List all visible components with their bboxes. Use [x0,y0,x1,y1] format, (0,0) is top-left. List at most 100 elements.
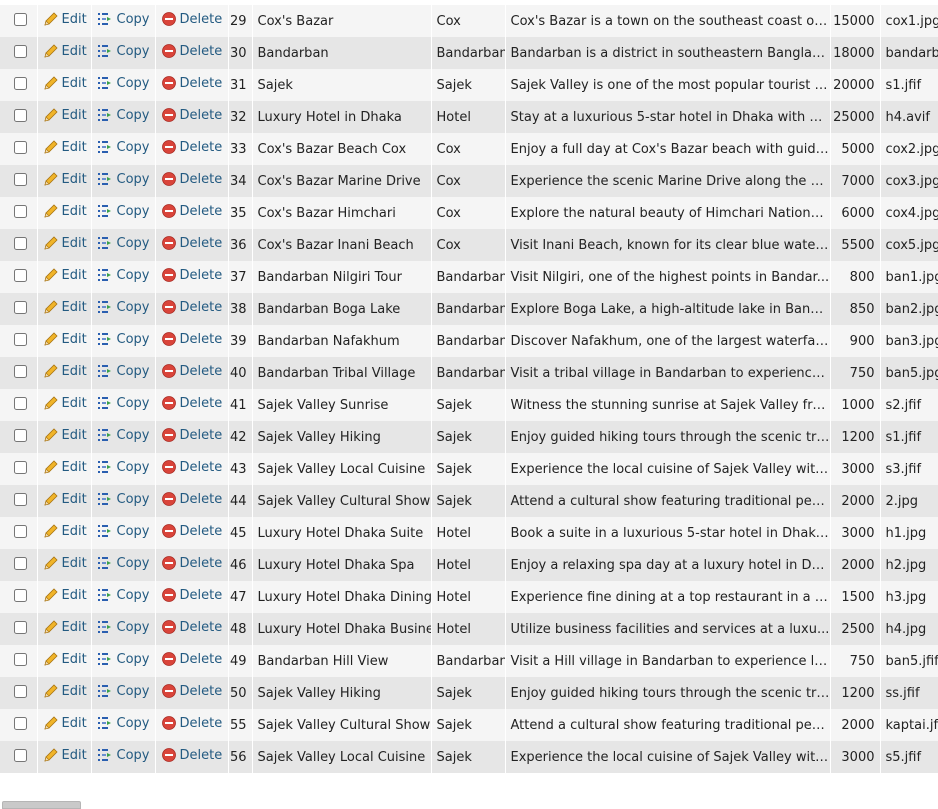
edit-link[interactable]: Edit [43,491,87,507]
copy-link[interactable]: Copy [97,203,149,219]
row-checkbox[interactable] [14,204,27,218]
delete-link[interactable]: Delete [161,619,222,635]
copy-link[interactable]: Copy [97,523,149,539]
delete-link[interactable]: Delete [161,299,222,315]
edit-link[interactable]: Edit [43,171,87,187]
row-checkbox[interactable] [14,172,27,186]
row-checkbox[interactable] [14,556,27,570]
row-checkbox[interactable] [14,428,27,442]
copy-link[interactable]: Copy [97,395,149,411]
delete-link[interactable]: Delete [161,331,222,347]
edit-link[interactable]: Edit [43,715,87,731]
row-checkbox[interactable] [14,716,27,730]
edit-link[interactable]: Edit [43,587,87,603]
row-checkbox[interactable] [14,108,27,122]
row-checkbox[interactable] [14,652,27,666]
delete-link[interactable]: Delete [161,491,222,507]
row-checkbox[interactable] [14,140,27,154]
copy-link[interactable]: Copy [97,651,149,667]
row-checkbox[interactable] [14,524,27,538]
edit-link[interactable]: Edit [43,427,87,443]
copy-link[interactable]: Copy [97,491,149,507]
row-checkbox[interactable] [14,12,27,26]
delete-link[interactable]: Delete [161,43,222,59]
delete-link[interactable]: Delete [161,747,222,763]
edit-link[interactable]: Edit [43,267,87,283]
row-checkbox[interactable] [14,684,27,698]
delete-link[interactable]: Delete [161,267,222,283]
copy-link[interactable]: Copy [97,363,149,379]
delete-link[interactable]: Delete [161,651,222,667]
delete-link[interactable]: Delete [161,459,222,475]
copy-link[interactable]: Copy [97,43,149,59]
row-checkbox[interactable] [14,300,27,314]
row-checkbox[interactable] [14,364,27,378]
delete-link[interactable]: Delete [161,715,222,731]
edit-link[interactable]: Edit [43,555,87,571]
edit-link[interactable]: Edit [43,107,87,123]
edit-link[interactable]: Edit [43,523,87,539]
delete-link[interactable]: Delete [161,235,222,251]
copy-link[interactable]: Copy [97,75,149,91]
edit-link[interactable]: Edit [43,43,87,59]
pencil-icon [43,364,58,378]
copy-link[interactable]: Copy [97,11,149,27]
copy-link[interactable]: Copy [97,427,149,443]
row-checkbox[interactable] [14,620,27,634]
delete-link[interactable]: Delete [161,555,222,571]
delete-link[interactable]: Delete [161,395,222,411]
row-checkbox[interactable] [14,396,27,410]
copy-link[interactable]: Copy [97,459,149,475]
delete-link[interactable]: Delete [161,363,222,379]
copy-link[interactable]: Copy [97,747,149,763]
description-cell: Witness the stunning sunrise at Sajek Va… [505,389,831,421]
edit-link[interactable]: Edit [43,363,87,379]
row-checkbox[interactable] [14,460,27,474]
delete-link[interactable]: Delete [161,107,222,123]
edit-link[interactable]: Edit [43,683,87,699]
delete-link[interactable]: Delete [161,523,222,539]
copy-link[interactable]: Copy [97,171,149,187]
row-checkbox[interactable] [14,332,27,346]
copy-link[interactable]: Copy [97,107,149,123]
row-checkbox[interactable] [14,588,27,602]
delete-link[interactable]: Delete [161,203,222,219]
copy-link[interactable]: Copy [97,139,149,155]
delete-link[interactable]: Delete [161,171,222,187]
edit-link[interactable]: Edit [43,299,87,315]
edit-link[interactable]: Edit [43,459,87,475]
row-checkbox[interactable] [14,44,27,58]
row-checkbox[interactable] [14,492,27,506]
row-checkbox[interactable] [14,748,27,762]
edit-link[interactable]: Edit [43,235,87,251]
delete-circle-icon [161,460,176,474]
copy-link[interactable]: Copy [97,619,149,635]
delete-link[interactable]: Delete [161,587,222,603]
copy-link[interactable]: Copy [97,267,149,283]
edit-link[interactable]: Edit [43,651,87,667]
horizontal-scrollbar[interactable] [2,801,81,809]
edit-link[interactable]: Edit [43,747,87,763]
delete-link[interactable]: Delete [161,139,222,155]
copy-link[interactable]: Copy [97,235,149,251]
edit-link[interactable]: Edit [43,139,87,155]
delete-link[interactable]: Delete [161,75,222,91]
delete-link[interactable]: Delete [161,11,222,27]
copy-link[interactable]: Copy [97,299,149,315]
edit-link[interactable]: Edit [43,331,87,347]
copy-link[interactable]: Copy [97,715,149,731]
edit-link[interactable]: Edit [43,11,87,27]
edit-link[interactable]: Edit [43,619,87,635]
copy-link[interactable]: Copy [97,683,149,699]
row-checkbox[interactable] [14,268,27,282]
copy-link[interactable]: Copy [97,587,149,603]
edit-link[interactable]: Edit [43,75,87,91]
edit-link[interactable]: Edit [43,395,87,411]
copy-link[interactable]: Copy [97,331,149,347]
row-checkbox[interactable] [14,76,27,90]
delete-link[interactable]: Delete [161,427,222,443]
edit-link[interactable]: Edit [43,203,87,219]
copy-link[interactable]: Copy [97,555,149,571]
row-checkbox[interactable] [14,236,27,250]
delete-link[interactable]: Delete [161,683,222,699]
